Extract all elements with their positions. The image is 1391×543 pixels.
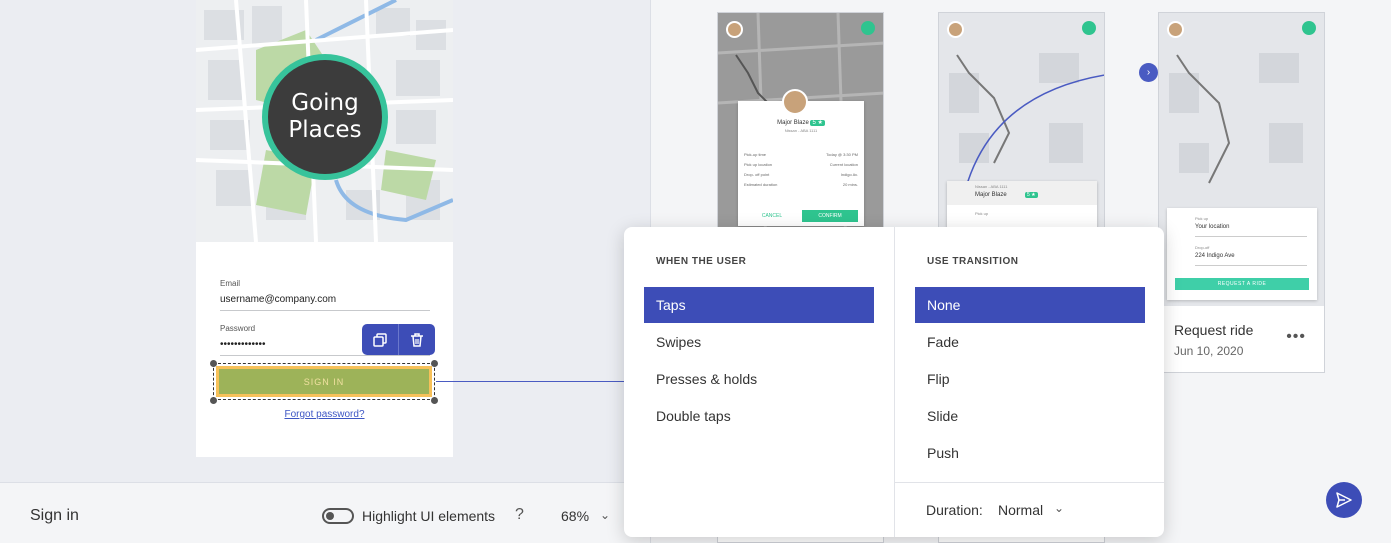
trigger-option-double-taps[interactable]: Double taps [644,398,874,434]
delete-button[interactable] [399,324,435,355]
detail-value: Today @ 3:30 PM [826,152,858,157]
send-icon [1336,492,1352,508]
element-toolbar [362,324,435,355]
chevron-down-icon[interactable]: ⌄ [600,508,610,522]
transition-option-none[interactable]: None [915,287,1145,323]
chevron-right-icon[interactable]: › [1139,63,1158,82]
screen-thumbnail-request-ride[interactable]: Pick up Your location Drop-off 224 Indig… [1158,12,1325,373]
thumbnail-footer: Request ride Jun 10, 2020 ••• [1159,306,1324,372]
resize-handle-bottom-left[interactable] [210,397,217,404]
driver-name-text: Major Blaze [777,120,809,126]
request-ride-button: REQUEST A RIDE [1175,278,1309,290]
rating-badge: 5 ★ [810,120,825,126]
screen-title: Request ride [1174,322,1254,338]
location-pin-icon [1302,21,1316,35]
email-label: Email [220,279,241,288]
trigger-option-presses-holds[interactable]: Presses & holds [644,361,874,397]
detail-label: Pick-up time [744,152,767,157]
driver-name: Major Blaze [975,192,1007,198]
highlight-label: Highlight UI elements [362,508,496,524]
logo-text-line2: Places [288,117,362,143]
transition-option-flip[interactable]: Flip [915,361,1145,397]
forgot-password-link[interactable]: Forgot password? [196,409,453,420]
avatar [947,21,964,38]
duplicate-button[interactable] [362,324,398,355]
rating-badge: 5 ★ [1025,192,1038,198]
help-icon[interactable]: ? [515,506,524,524]
zoom-level[interactable]: 68% [561,508,589,524]
avatar [1167,21,1184,38]
transition-option-slide[interactable]: Slide [915,398,1145,434]
transition-heading: USE TRANSITION [927,256,1019,267]
detail-label: Drop- off point [744,172,770,177]
detail-value: Indigo Av. [840,172,858,177]
transition-option-push[interactable]: Push [915,435,1145,471]
driver-card-header: Nissan - ABA 1111 Major Blaze 5 ★ [947,181,1097,205]
resize-handle-bottom-right[interactable] [431,397,438,404]
bottom-bar: Sign in Highlight UI elements ? 68% ⌄ [0,482,650,543]
password-underline [220,355,430,356]
driver-avatar [782,89,808,115]
duration-divider [895,482,1164,483]
driver-card: Nissan - ABA 1111 Major Blaze 5 ★ Pick u… [947,181,1097,229]
trigger-option-swipes[interactable]: Swipes [644,324,874,360]
duplicate-icon [373,332,387,347]
driver-name: Major Blaze 5 ★ [738,119,864,126]
resize-handle-top-right[interactable] [431,360,438,367]
request-ride-card: Pick up Your location Drop-off 224 Indig… [1167,208,1317,300]
duration-label: Duration: [926,502,983,518]
detail-label: Pick up location [744,162,773,167]
prototype-link-line [436,381,626,382]
vehicle-info: Nissan - ABA 1111 [784,128,818,133]
avatar [726,21,743,38]
highlight-toggle[interactable] [322,508,354,524]
location-pin-icon [861,21,875,35]
screen-name: Sign in [30,507,79,524]
interaction-popover: WHEN THE USER Taps Swipes Presses & hold… [624,227,1164,537]
vehicle-info: Nissan - ABA 1111 [975,184,1008,189]
detail-row: Estimated duration 20 mins. [744,182,858,187]
more-options-icon[interactable]: ••• [1286,328,1306,346]
pickup-underline [1195,236,1307,237]
dropoff-value: 224 Indigo Ave [1195,253,1235,259]
password-field[interactable]: ••••••••••••• [220,339,266,350]
password-label: Password [220,324,256,333]
logo: Going Places [262,54,388,180]
dropoff-underline [1195,265,1307,266]
chevron-down-icon[interactable]: ⌄ [1054,501,1064,515]
trigger-column: WHEN THE USER Taps Swipes Presses & hold… [624,227,894,537]
pickup-label: Pick up [975,211,989,216]
detail-row: Pick-up time Today @ 3:30 PM [744,152,858,157]
send-button[interactable] [1326,482,1362,518]
trash-icon [411,332,423,347]
trigger-heading: WHEN THE USER [656,256,747,267]
detail-value: 20 mins. [842,182,858,187]
pickup-label: Pick up [1195,216,1209,221]
duration-select[interactable]: Normal [998,502,1043,518]
detail-value: Current location [829,162,858,167]
toggle-knob [326,512,334,520]
logo-text-line1: Going [291,90,359,116]
screen-date: Jun 10, 2020 [1174,344,1244,358]
map-illustration: Pick up Your location Drop-off 224 Indig… [1159,13,1324,306]
canvas-pane: Going Places Email username@company.com … [0,0,650,482]
email-field[interactable]: username@company.com [220,294,336,305]
map-illustration: Going Places [196,0,453,242]
resize-handle-top-left[interactable] [210,360,217,367]
detail-row: Pick up location Current location [744,162,858,167]
cancel-button: CANCEL [761,213,783,219]
email-underline [220,310,430,311]
detail-row: Drop- off point Indigo Av. [744,172,858,177]
detail-label: Estimated duration [744,182,778,187]
transition-column: USE TRANSITION None Fade Flip Slide Push [895,227,1165,537]
pickup-value: Your location [1195,224,1230,230]
dropoff-label: Drop-off [1195,245,1210,250]
trigger-option-taps[interactable]: Taps [644,287,874,323]
transition-option-fade[interactable]: Fade [915,324,1145,360]
sign-in-button[interactable]: SIGN IN [216,366,432,397]
confirm-ride-card: Major Blaze 5 ★ Nissan - ABA 1111 Pick-u… [738,89,864,226]
confirm-button: CONFIRM [802,210,858,222]
location-pin-icon [1082,21,1096,35]
